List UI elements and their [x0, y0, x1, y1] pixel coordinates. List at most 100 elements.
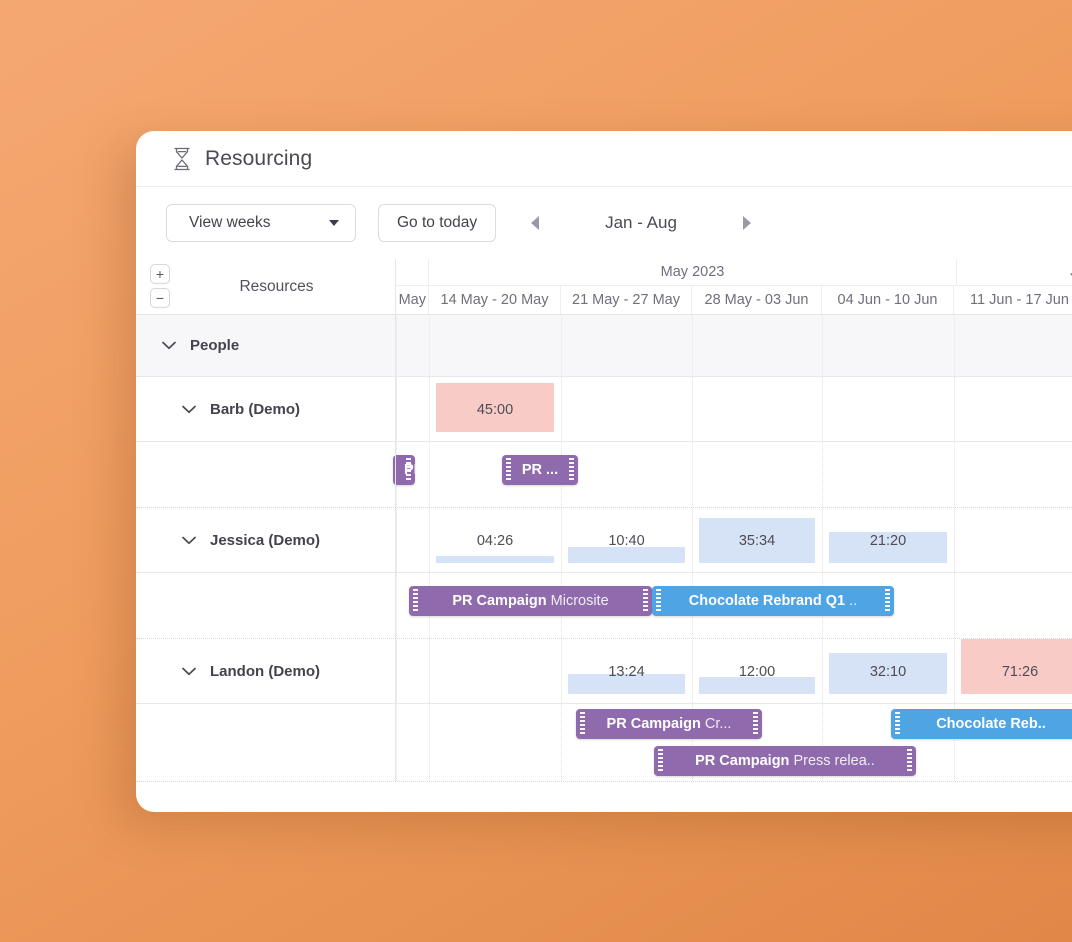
app-window: Resourcing View weeks Go to today Jan - … — [136, 131, 1072, 812]
column-gridline — [561, 315, 562, 376]
task-bar-label: PR Campaign Microsite — [452, 593, 609, 609]
task-resize-handle-left[interactable] — [656, 589, 661, 613]
column-gridline — [822, 377, 823, 441]
column-gridline — [692, 315, 693, 376]
column-gridline — [396, 508, 397, 572]
task-bar[interactable]: Chocolate Rebrand Q1 .. — [652, 586, 894, 616]
expand-collapse-controls: + − — [150, 264, 170, 308]
capacity-value: 21:20 — [869, 532, 907, 549]
row-label[interactable]: Jessica (Demo) — [136, 508, 396, 572]
column-gridline — [561, 704, 562, 781]
task-bar-label: PR Campaign Cr... — [606, 716, 732, 732]
row-label[interactable]: People — [136, 315, 396, 376]
task-bar-label: Chocolate Rebrand Q1 .. — [688, 593, 858, 609]
go-to-today-button[interactable]: Go to today — [378, 204, 497, 242]
capacity-value: 10:40 — [608, 532, 645, 549]
task-bar-label: Chocolate Reb.. — [936, 716, 1046, 732]
week-header-cell[interactable]: 28 May - 03 Jun — [692, 286, 822, 314]
page-title: Resourcing — [205, 146, 313, 170]
capacity-value: 35:34 — [738, 532, 776, 549]
toolbar: View weeks Go to today Jan - Aug — [136, 187, 1072, 259]
task-resize-handle-right[interactable] — [907, 749, 912, 773]
column-gridline — [954, 377, 955, 441]
column-gridline — [954, 442, 955, 507]
week-header-cell[interactable]: 21 May - 27 May — [561, 286, 692, 314]
task-bar[interactable]: Chocolate Reb.. — [891, 709, 1072, 739]
task-resize-handle-left[interactable] — [658, 749, 663, 773]
column-gridline — [692, 442, 693, 507]
row-label-empty — [136, 704, 396, 781]
week-header-cell[interactable]: May — [396, 286, 429, 314]
capacity-cell[interactable]: 45:00 — [429, 377, 561, 442]
column-gridline — [429, 442, 430, 507]
task-row: PR ... PR ... — [136, 442, 1072, 508]
task-bar[interactable]: PR ... — [393, 455, 415, 485]
task-bar[interactable]: PR Campaign Cr... — [576, 709, 762, 739]
column-gridline — [396, 377, 397, 441]
task-resize-handle-right[interactable] — [406, 458, 411, 482]
capacity-value: 13:24 — [608, 663, 645, 680]
view-mode-select[interactable]: View weeks — [166, 204, 356, 242]
collapse-all-button[interactable]: − — [150, 288, 170, 308]
capacity-cell[interactable]: 32:10 — [822, 639, 954, 704]
task-resize-handle-left[interactable] — [895, 712, 900, 736]
resource-name: Barb (Demo) — [210, 400, 301, 418]
week-header-cell[interactable]: 04 Jun - 10 Jun — [822, 286, 954, 314]
column-gridline — [954, 508, 955, 572]
row-label[interactable]: Landon (Demo) — [136, 639, 396, 703]
task-resize-handle-right[interactable] — [885, 589, 890, 613]
capacity-cell[interactable]: 12:00 — [692, 639, 822, 704]
task-resize-handle-right[interactable] — [643, 589, 648, 613]
month-header-cell: Jun — [957, 259, 1072, 285]
expand-all-button[interactable]: + — [150, 264, 170, 284]
date-navigation: Jan - Aug — [518, 206, 764, 240]
capacity-cell[interactable]: 35:34 — [692, 508, 822, 573]
task-resize-handle-left[interactable] — [413, 589, 418, 613]
task-bar[interactable]: PR Campaign Press relea.. — [654, 746, 916, 776]
column-gridline — [396, 704, 397, 781]
capacity-cell[interactable]: 04:26 — [429, 508, 561, 573]
task-row: PR Campaign Cr... Chocolate Reb.. PR Campa… — [136, 704, 1072, 782]
resources-column-label: Resources — [239, 277, 314, 295]
date-range-label: Jan - Aug — [605, 213, 677, 232]
titlebar: Resourcing — [136, 131, 1072, 187]
next-period-button[interactable] — [730, 206, 764, 240]
row-label-empty — [136, 573, 396, 638]
week-header-cell[interactable]: 14 May - 20 May — [429, 286, 561, 314]
resourcing-grid: + − Resources May 2023Jun May14 May - 20… — [136, 259, 1072, 782]
month-header-row: May 2023Jun — [396, 259, 1072, 286]
month-header-cell: May 2023 — [429, 259, 957, 285]
task-resize-handle-left[interactable] — [506, 458, 511, 482]
resource-row: Barb (Demo) 45:00 — [136, 377, 1072, 442]
chevron-right-icon — [743, 216, 751, 230]
capacity-cell[interactable]: 21:20 — [822, 508, 954, 573]
column-gridline — [954, 573, 955, 638]
task-resize-handle-right[interactable] — [569, 458, 574, 482]
previous-period-button[interactable] — [518, 206, 552, 240]
row-timeline-track: 04:26 10:40 35:34 21:20 — [396, 508, 1072, 572]
task-bar[interactable]: PR ... — [502, 455, 578, 485]
chevron-down-icon[interactable] — [182, 667, 196, 676]
capacity-cell[interactable]: 71:26 — [954, 639, 1072, 704]
chevron-down-icon[interactable] — [182, 405, 196, 414]
task-resize-handle-right[interactable] — [753, 712, 758, 736]
capacity-value: 04:26 — [476, 532, 514, 549]
task-bar[interactable]: PR Campaign Microsite — [409, 586, 652, 616]
week-header-cell[interactable]: 11 Jun - 17 Jun — [954, 286, 1072, 314]
task-resize-handle-left[interactable] — [580, 712, 585, 736]
resource-row: Landon (Demo) 13:24 12:00 32:10 71:26 — [136, 639, 1072, 704]
chevron-down-icon[interactable] — [162, 341, 176, 350]
row-timeline-track: 13:24 12:00 32:10 71:26 — [396, 639, 1072, 703]
chevron-down-icon — [329, 220, 339, 226]
column-gridline — [692, 377, 693, 441]
capacity-cell[interactable]: 10:40 — [561, 508, 692, 573]
chevron-left-icon — [531, 216, 539, 230]
task-bar-label: PR ... — [393, 462, 415, 478]
column-gridline — [429, 704, 430, 781]
capacity-cell[interactable]: 13:24 — [561, 639, 692, 704]
row-label[interactable]: Barb (Demo) — [136, 377, 396, 441]
row-timeline-track — [396, 315, 1072, 376]
hourglass-icon — [174, 147, 190, 170]
row-timeline-track: PR ... PR ... — [393, 442, 1072, 507]
chevron-down-icon[interactable] — [182, 536, 196, 545]
